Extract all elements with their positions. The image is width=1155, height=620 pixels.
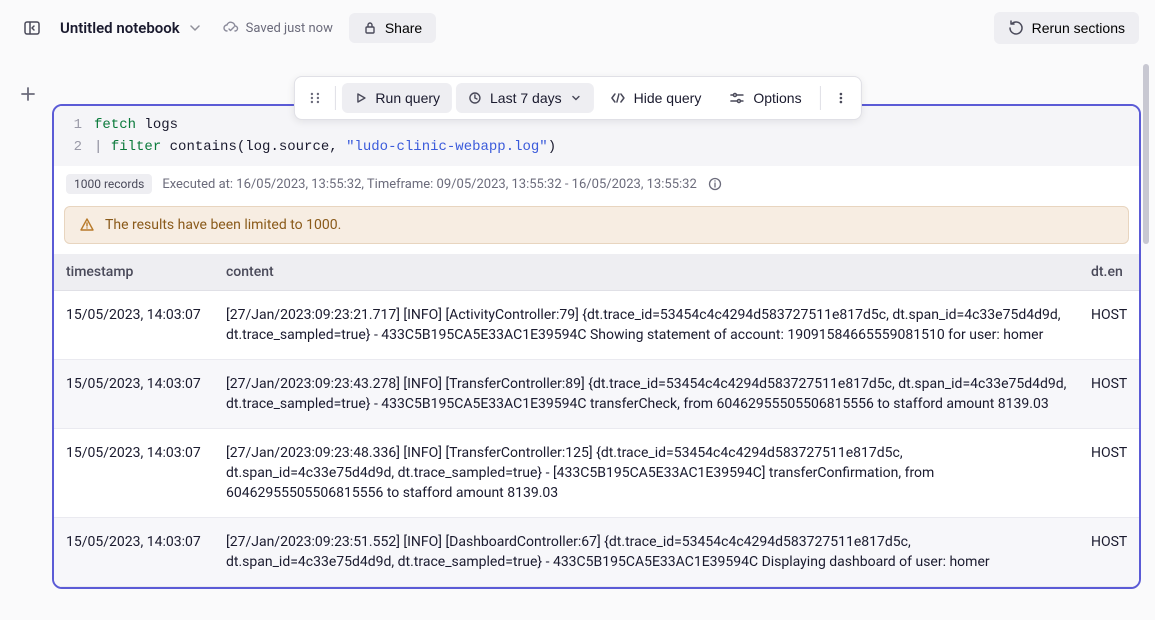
- saved-status-text: Saved just now: [246, 21, 333, 36]
- cell-content: [27/Jan/2023:09:23:21.717] [INFO] [Activ…: [214, 291, 1079, 360]
- results-table: timestamp content dt.en 15/05/2023, 14:0…: [54, 254, 1139, 587]
- sidebar-toggle-button[interactable]: [16, 12, 48, 44]
- options-label: Options: [753, 90, 801, 106]
- info-icon[interactable]: [707, 176, 723, 192]
- warning-icon: [79, 217, 95, 233]
- table-row[interactable]: 15/05/2023, 14:03:07[27/Jan/2023:09:23:2…: [54, 291, 1139, 360]
- share-button[interactable]: Share: [349, 13, 436, 43]
- code-icon: [610, 90, 626, 106]
- rerun-label: Rerun sections: [1032, 20, 1125, 36]
- cell-timestamp: 15/05/2023, 14:03:07: [54, 429, 214, 518]
- title-group[interactable]: Untitled notebook: [60, 19, 202, 37]
- query-toolbar: Run query Last 7 days Hide query Options: [293, 76, 861, 120]
- scrollbar-track[interactable]: [1143, 64, 1149, 616]
- cell-dt: HOST: [1079, 291, 1139, 360]
- lock-icon: [363, 21, 377, 35]
- cell-content: [27/Jan/2023:09:23:48.336] [INFO] [Trans…: [214, 429, 1079, 518]
- divider: [820, 86, 821, 110]
- line-number: 2: [54, 136, 94, 158]
- timeframe-label: Last 7 days: [490, 90, 562, 106]
- notebook-title: Untitled notebook: [60, 19, 180, 37]
- cell-dt: HOST: [1079, 429, 1139, 518]
- cell-timestamp: 15/05/2023, 14:03:07: [54, 518, 214, 587]
- query-meta-row: 1000 records Executed at: 16/05/2023, 13…: [54, 166, 1139, 202]
- scrollbar-thumb[interactable]: [1143, 64, 1149, 244]
- table-row[interactable]: 15/05/2023, 14:03:07[27/Jan/2023:09:23:4…: [54, 429, 1139, 518]
- timeframe-button[interactable]: Last 7 days: [456, 83, 594, 113]
- drag-handle-icon[interactable]: [300, 84, 328, 112]
- cell-content: [27/Jan/2023:09:23:43.278] [INFO] [Trans…: [214, 360, 1079, 429]
- table-row[interactable]: 15/05/2023, 14:03:07[27/Jan/2023:09:23:4…: [54, 360, 1139, 429]
- chevron-down-icon: [570, 92, 582, 104]
- warning-text: The results have been limited to 1000.: [105, 217, 341, 233]
- results-table-wrapper: timestamp content dt.en 15/05/2023, 14:0…: [54, 254, 1139, 587]
- cell-timestamp: 15/05/2023, 14:03:07: [54, 291, 214, 360]
- refresh-icon: [1008, 20, 1024, 36]
- query-toolbar-wrapper: Run query Last 7 days Hide query Options: [293, 76, 861, 120]
- cell-timestamp: 15/05/2023, 14:03:07: [54, 360, 214, 429]
- warning-banner: The results have been limited to 1000.: [64, 206, 1129, 244]
- query-card: 1 fetch logs 2 | filter contains(log.sou…: [52, 104, 1141, 589]
- run-query-button[interactable]: Run query: [341, 83, 452, 113]
- records-badge: 1000 records: [66, 174, 152, 194]
- hide-query-label: Hide query: [634, 90, 702, 106]
- column-header-timestamp[interactable]: timestamp: [54, 254, 214, 291]
- executed-info: Executed at: 16/05/2023, 13:55:32, Timef…: [162, 177, 696, 192]
- table-row[interactable]: 15/05/2023, 14:03:07[27/Jan/2023:09:23:5…: [54, 518, 1139, 587]
- column-header-content[interactable]: content: [214, 254, 1079, 291]
- cell-dt: HOST: [1079, 360, 1139, 429]
- column-header-dt[interactable]: dt.en: [1079, 254, 1139, 291]
- sliders-icon: [729, 90, 745, 106]
- more-menu-button[interactable]: [827, 84, 855, 112]
- line-number: 1: [54, 114, 94, 136]
- play-icon: [353, 91, 367, 105]
- rerun-button[interactable]: Rerun sections: [994, 12, 1139, 44]
- hide-query-button[interactable]: Hide query: [598, 83, 714, 113]
- cell-dt: HOST: [1079, 518, 1139, 587]
- top-bar: Untitled notebook Saved just now Share R…: [0, 0, 1155, 56]
- options-button[interactable]: Options: [717, 83, 813, 113]
- cloud-check-icon: [222, 19, 240, 37]
- add-section-button[interactable]: [14, 80, 42, 108]
- divider: [334, 86, 335, 110]
- run-query-label: Run query: [375, 90, 440, 106]
- chevron-down-icon: [188, 21, 202, 35]
- saved-status: Saved just now: [222, 19, 333, 37]
- clock-icon: [468, 91, 482, 105]
- cell-content: [27/Jan/2023:09:23:51.552] [INFO] [Dashb…: [214, 518, 1079, 587]
- share-label: Share: [385, 20, 422, 36]
